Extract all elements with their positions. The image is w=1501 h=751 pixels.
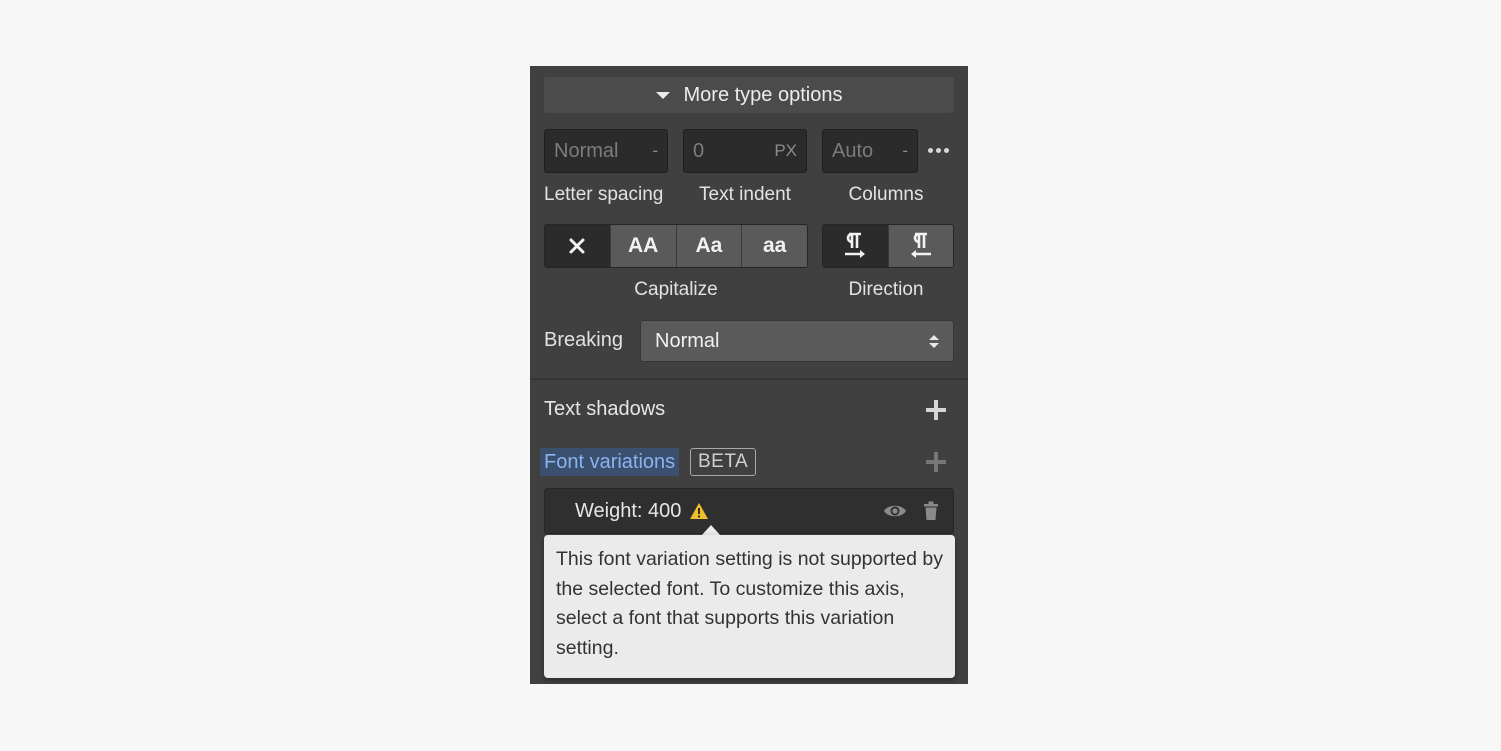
more-options-icon[interactable]: [926, 142, 950, 158]
direction-label: Direction: [848, 279, 924, 300]
dot: [935, 147, 941, 153]
capitalize-lowercase-button[interactable]: aa: [741, 225, 807, 267]
letter-spacing-unit[interactable]: -: [652, 141, 658, 161]
columns-unit[interactable]: -: [902, 141, 908, 161]
dot: [943, 147, 949, 153]
dot: [927, 147, 933, 153]
breaking-value: Normal: [655, 329, 720, 352]
breaking-label: Breaking: [544, 329, 623, 351]
text-indent-label: Text indent: [699, 184, 791, 205]
text-indent-input[interactable]: 0 PX: [683, 129, 807, 173]
columns-label: Columns: [848, 184, 924, 205]
capitalize-label: Capitalize: [634, 279, 718, 300]
text-shadows-label: Text shadows: [544, 398, 666, 420]
more-type-options-label: More type options: [683, 83, 843, 106]
columns-input[interactable]: Auto -: [822, 129, 918, 173]
letter-spacing-input[interactable]: Normal -: [544, 129, 668, 173]
trash-icon[interactable]: [923, 501, 939, 521]
section-divider: [530, 378, 968, 380]
beta-badge: BETA: [690, 448, 757, 476]
rtl-icon: [910, 232, 931, 258]
capitalize-uppercase-button[interactable]: AA: [609, 225, 676, 267]
weight-variation-row[interactable]: Weight: 400: [544, 488, 954, 534]
direction-segmented-control: [822, 224, 954, 268]
capitalize-segmented-control: AA Aa aa: [544, 224, 808, 268]
chevron-updown-icon: [929, 334, 939, 348]
caret-down-icon: [655, 91, 670, 99]
letter-spacing-value: Normal: [554, 139, 619, 162]
text-indent-unit[interactable]: PX: [774, 141, 797, 161]
unsupported-variation-tooltip: This font variation setting is not suppo…: [544, 535, 955, 678]
breaking-select[interactable]: Normal: [640, 320, 954, 362]
capitalize-titlecase-button[interactable]: Aa: [675, 225, 742, 267]
ltr-icon: [845, 232, 866, 258]
weight-variation-label: Weight: 400: [575, 499, 682, 522]
capitalize-none-button[interactable]: [545, 225, 610, 267]
text-indent-value: 0: [693, 139, 705, 162]
more-type-options-toggle[interactable]: More type options: [544, 77, 954, 113]
font-variations-label: Font variations: [540, 448, 680, 476]
style-panel: More type options Normal - 0 PX Auto - L…: [530, 66, 968, 684]
direction-ltr-button[interactable]: [823, 225, 888, 267]
eye-icon[interactable]: [883, 502, 907, 520]
letter-spacing-label: Letter spacing: [544, 184, 664, 205]
add-text-shadow-icon[interactable]: [926, 400, 946, 420]
add-font-variation-icon[interactable]: [926, 452, 946, 472]
columns-value: Auto: [832, 139, 874, 162]
direction-rtl-button[interactable]: [887, 225, 953, 267]
close-icon: [569, 238, 585, 254]
warning-icon[interactable]: [689, 502, 709, 520]
